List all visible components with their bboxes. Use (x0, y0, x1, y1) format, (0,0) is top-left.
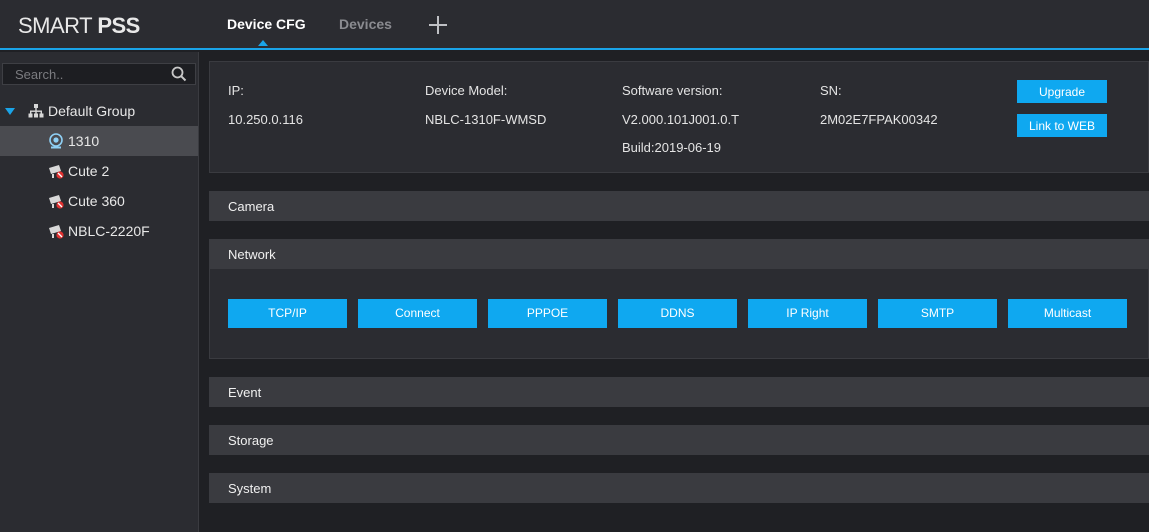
sn-value: 2M02E7FPAK00342 (820, 112, 938, 127)
device-info-panel: IP: 10.250.0.116 Device Model: NBLC-1310… (209, 61, 1149, 173)
link-to-web-button[interactable]: Link to WEB (1017, 114, 1107, 137)
app-logo: SMART PSS (18, 13, 140, 39)
device-model-value: NBLC-1310F-WMSD (425, 112, 547, 127)
section-event[interactable]: Event (209, 377, 1149, 407)
tcpip-button[interactable]: TCP/IP (228, 299, 347, 328)
section-title: Event (228, 385, 262, 400)
tree-device-cute2[interactable]: Cute 2 (0, 156, 198, 186)
device-model-label: Device Model: (425, 83, 508, 98)
software-version-label: Software version: (622, 83, 723, 98)
build-date-value: Build:2019-06-19 (622, 140, 722, 155)
ddns-button[interactable]: DDNS (618, 299, 737, 328)
device-tree-sidebar: Default Group 1310 Cute 2 Cute 360 (0, 52, 199, 532)
section-title: Network (228, 247, 276, 262)
smtp-button[interactable]: SMTP (878, 299, 997, 328)
network-settings-body: TCP/IP Connect PPPOE DDNS IP Right SMTP … (209, 269, 1149, 359)
active-tab-indicator (258, 40, 268, 46)
expand-caret-icon[interactable] (5, 108, 15, 115)
group-tree-icon (28, 104, 44, 118)
device-label: Cute 360 (68, 193, 125, 209)
section-title: System (228, 481, 272, 496)
section-storage[interactable]: Storage (209, 425, 1149, 455)
camera-offline-icon (49, 225, 64, 239)
section-network[interactable]: Network (209, 239, 1149, 269)
tree-device-1310[interactable]: 1310 (0, 126, 198, 156)
section-system[interactable]: System (209, 473, 1149, 503)
group-label: Default Group (48, 103, 136, 119)
section-camera[interactable]: Camera (209, 191, 1149, 221)
tree-device-cute360[interactable]: Cute 360 (0, 186, 198, 216)
upgrade-button[interactable]: Upgrade (1017, 80, 1107, 103)
camera-offline-icon (49, 165, 64, 179)
pppoe-button[interactable]: PPPOE (488, 299, 607, 328)
ip-value: 10.250.0.116 (228, 112, 303, 127)
tree-device-nblc2220f[interactable]: NBLC-2220F (0, 216, 198, 246)
search-input[interactable] (3, 64, 153, 84)
tab-device-cfg[interactable]: Device CFG (227, 16, 306, 32)
device-label: Cute 2 (68, 163, 110, 179)
camera-offline-icon (49, 195, 64, 209)
tree-group-default[interactable]: Default Group (0, 97, 198, 125)
section-title: Camera (228, 199, 275, 214)
search-box (2, 63, 196, 85)
search-icon[interactable] (171, 66, 187, 82)
ip-label: IP: (228, 83, 244, 98)
logo-text-light: SMART (18, 13, 98, 38)
connect-button[interactable]: Connect (358, 299, 477, 328)
tab-devices[interactable]: Devices (339, 16, 392, 32)
multicast-button[interactable]: Multicast (1008, 299, 1127, 328)
logo-text-bold: PSS (97, 13, 140, 38)
sn-label: SN: (820, 83, 842, 98)
device-label: NBLC-2220F (68, 223, 150, 239)
add-tab-icon[interactable] (428, 14, 448, 36)
section-title: Storage (228, 433, 274, 448)
camera-online-icon (49, 133, 63, 149)
ip-right-button[interactable]: IP Right (748, 299, 867, 328)
software-version-value: V2.000.101J001.0.T (622, 112, 740, 127)
device-label: 1310 (68, 133, 100, 149)
top-bar: SMART PSS Device CFG Devices (0, 0, 1149, 50)
